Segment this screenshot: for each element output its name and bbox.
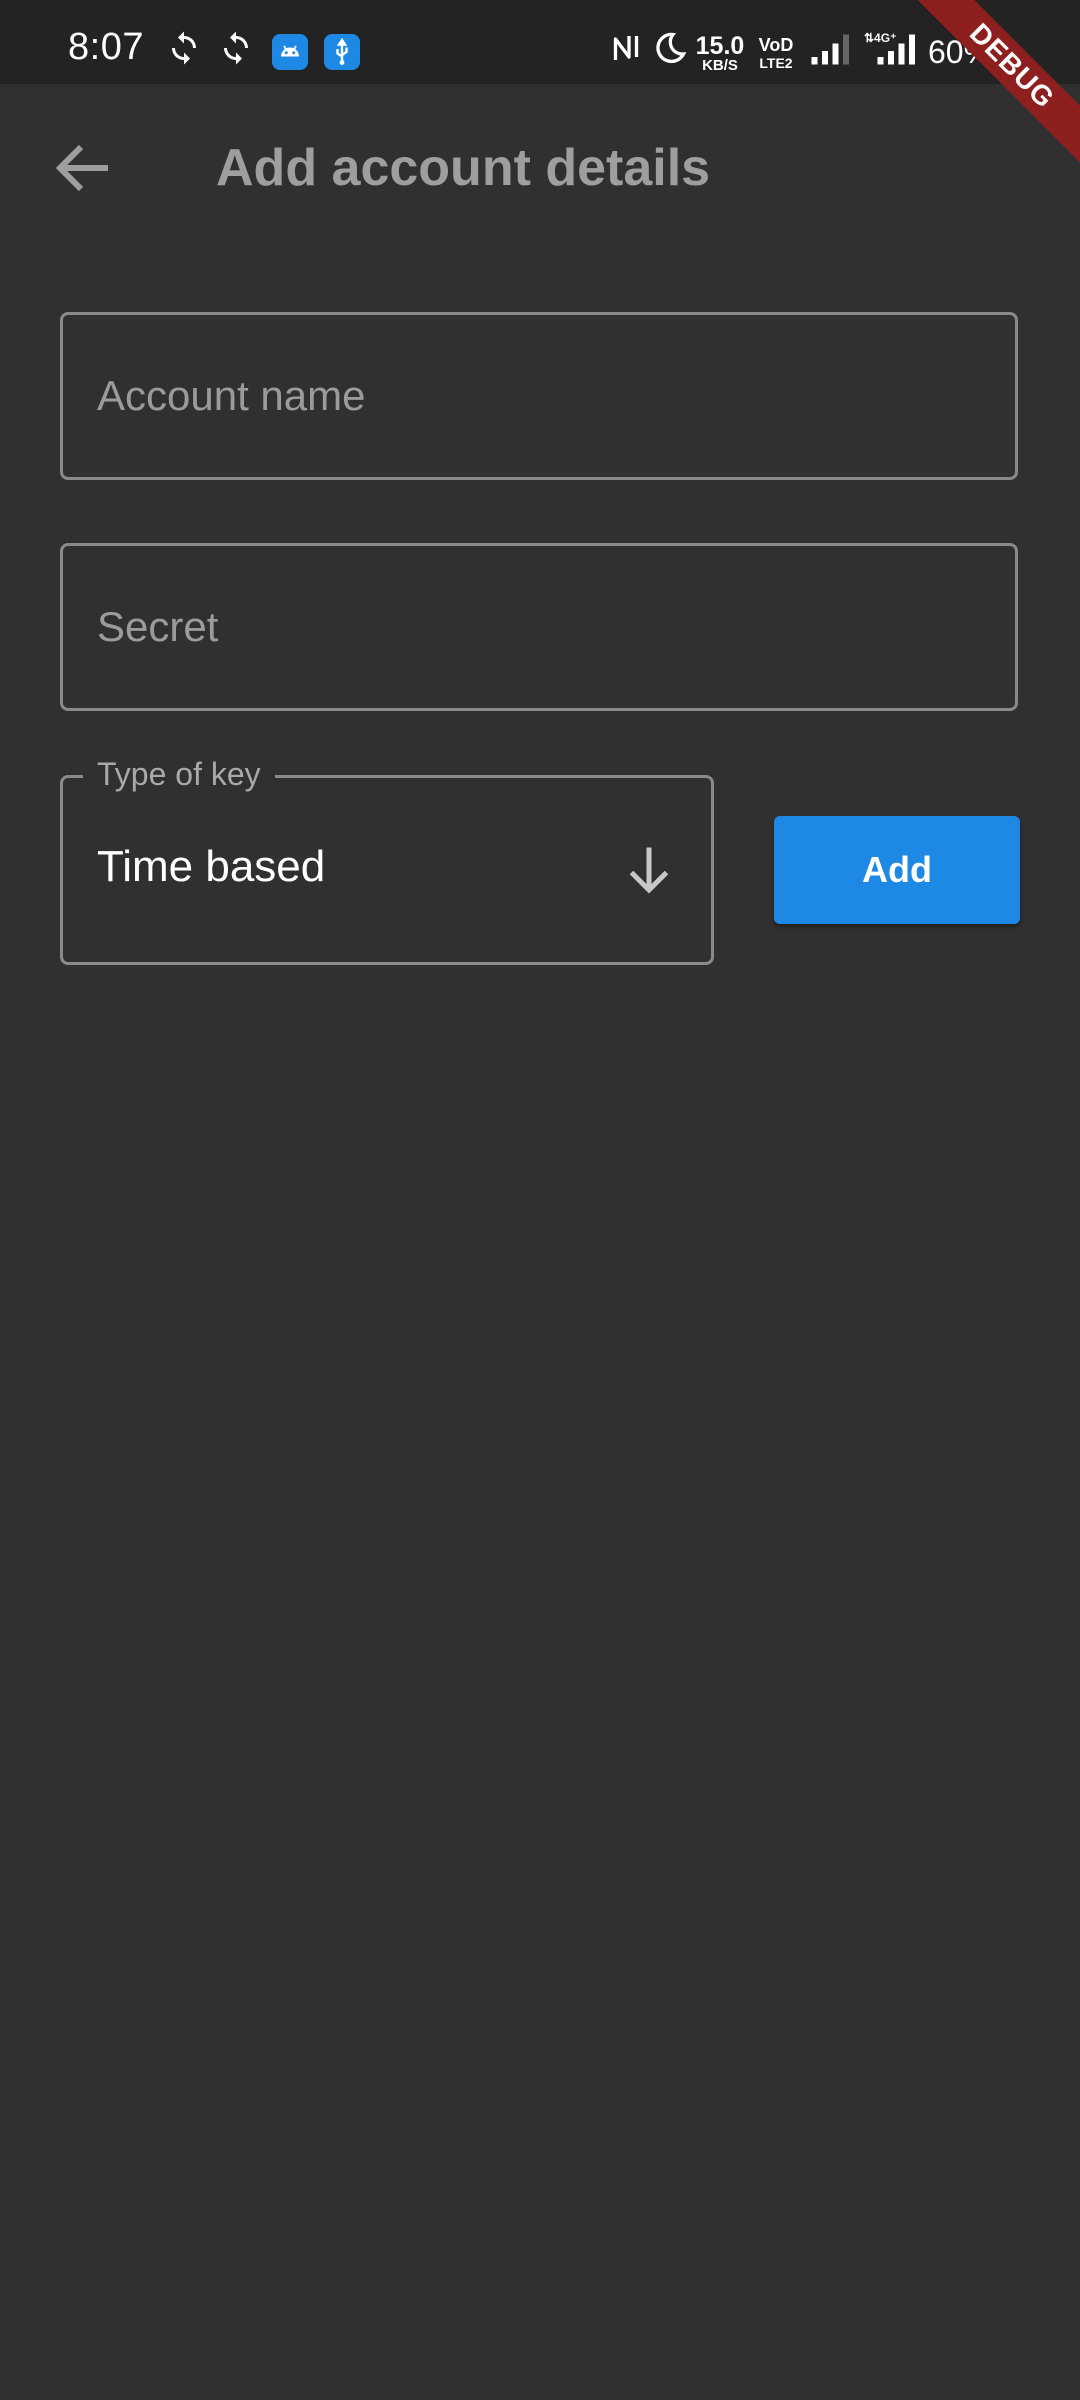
page-title: Add account details bbox=[216, 139, 711, 197]
sync-icon bbox=[218, 30, 254, 66]
account-name-field bbox=[60, 312, 1018, 480]
back-button[interactable] bbox=[48, 132, 120, 204]
key-type-label: Type of key bbox=[83, 756, 275, 793]
vod-label: VoD bbox=[758, 35, 794, 55]
secret-field bbox=[60, 543, 1018, 711]
nfc-icon bbox=[608, 30, 644, 66]
status-time: 8:07 bbox=[68, 26, 144, 68]
add-button[interactable]: Add bbox=[774, 816, 1020, 924]
account-name-input[interactable] bbox=[63, 315, 1015, 477]
secret-input[interactable] bbox=[63, 546, 1015, 708]
android-debug-icon bbox=[272, 34, 308, 70]
lte-label: LTE2 bbox=[759, 55, 793, 71]
screen: 8:07 15.0 KB/S VoD LTE2 ⇅4G⁺ 60% DEBUG A… bbox=[0, 0, 1080, 2400]
signal-icon bbox=[808, 30, 854, 66]
usb-icon bbox=[324, 34, 360, 70]
signal-4g-icon: ⇅4G⁺ bbox=[862, 30, 920, 66]
key-type-dropdown[interactable]: Type of key Time based bbox=[60, 756, 714, 965]
net-speed-value: 15.0 bbox=[695, 32, 745, 60]
arrow-down-icon bbox=[619, 840, 679, 900]
key-type-value: Time based bbox=[97, 842, 326, 891]
sync-icon bbox=[166, 30, 202, 66]
arrow-left-icon bbox=[55, 144, 108, 192]
moon-icon bbox=[652, 30, 688, 66]
net-speed-unit: KB/S bbox=[702, 57, 738, 74]
status-bar: 8:07 15.0 KB/S VoD LTE2 ⇅4G⁺ 60% bbox=[0, 0, 1080, 84]
svg-text:⇅4G⁺: ⇅4G⁺ bbox=[864, 31, 896, 45]
app-bar: Add account details bbox=[0, 84, 1080, 252]
